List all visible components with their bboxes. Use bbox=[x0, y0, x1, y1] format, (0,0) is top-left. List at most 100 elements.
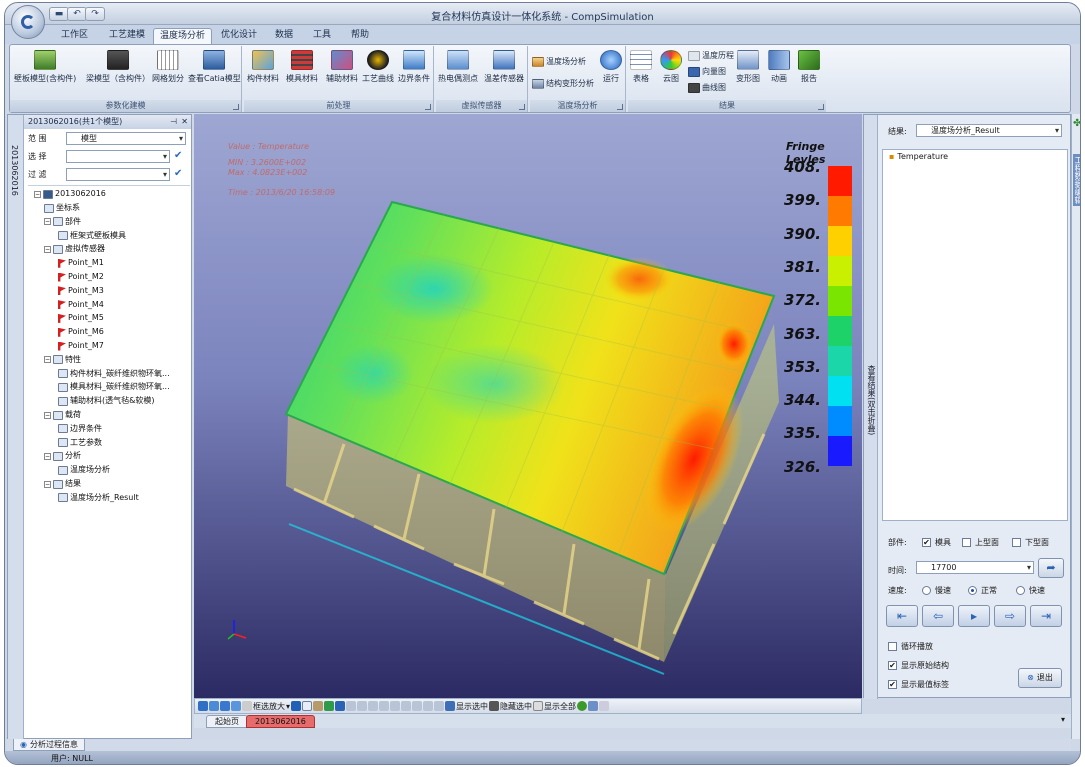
apply-filter-icon[interactable]: ✔ bbox=[174, 168, 182, 179]
beam-model-button[interactable]: 梁模型（含构件） bbox=[86, 50, 150, 84]
report-button[interactable]: 报告 bbox=[798, 50, 820, 84]
show-selected-label[interactable]: 显示选中 bbox=[456, 701, 488, 712]
tree-node-item[interactable]: 工艺参数 bbox=[58, 437, 102, 449]
prev-frame-button[interactable]: ⇦ bbox=[922, 605, 954, 627]
tab-data[interactable]: 数据 bbox=[269, 28, 299, 44]
3d-viewport[interactable]: Value : Temperature MIN : 3.2600E+002 Ma… bbox=[194, 114, 862, 698]
temp-analysis-button[interactable]: 温度场分析 bbox=[532, 56, 586, 67]
first-frame-button[interactable]: ⇤ bbox=[886, 605, 918, 627]
exit-button[interactable]: ⊗ 退出 bbox=[1018, 668, 1062, 688]
screenshot-icon[interactable] bbox=[313, 701, 324, 711]
tree-node-item[interactable]: 辅助材料(透气毡&软模) bbox=[58, 395, 154, 407]
tree-node-group[interactable]: − 部件 bbox=[44, 216, 81, 228]
last-frame-button[interactable]: ⇥ bbox=[1030, 605, 1062, 627]
frame-icon[interactable] bbox=[302, 701, 313, 711]
collapse-icon[interactable]: − bbox=[44, 245, 51, 253]
structural-deform-button[interactable]: 结构变形分析 bbox=[532, 78, 594, 89]
tree-node-item[interactable]: 框架式壁板模具 bbox=[58, 230, 126, 242]
result-select[interactable]: 温度场分析_Result bbox=[916, 124, 1062, 137]
dialog-launcher-icon[interactable] bbox=[425, 104, 431, 110]
apply-time-button[interactable]: ➦ bbox=[1038, 558, 1064, 578]
panel-model-button[interactable]: 壁板模型(含构件) bbox=[14, 50, 76, 84]
view-top-icon[interactable] bbox=[390, 701, 401, 711]
part-mold-checkbox[interactable]: ✔ 模具 bbox=[922, 537, 951, 548]
dialog-launcher-icon[interactable] bbox=[617, 104, 623, 110]
filter-dropdown[interactable] bbox=[66, 168, 170, 181]
tab-tools[interactable]: 工具 bbox=[307, 28, 337, 44]
tree-node-item[interactable]: 温度场分析_Result bbox=[58, 492, 139, 504]
vector-plot-button[interactable]: 向量图 bbox=[688, 66, 726, 77]
tree-node-item[interactable]: Point_M4 bbox=[58, 299, 104, 311]
show-selected-icon[interactable] bbox=[445, 701, 456, 711]
collapse-icon[interactable]: − bbox=[44, 480, 51, 488]
view-back-icon[interactable] bbox=[357, 701, 368, 711]
zoom-box-icon[interactable] bbox=[242, 701, 252, 711]
table-button[interactable]: 表格 bbox=[630, 50, 652, 84]
tree-node-group[interactable]: − 分析 bbox=[44, 450, 81, 462]
tree-node-item[interactable]: 模具材料_碳纤维织物环氧... bbox=[58, 381, 170, 393]
tab-analysis-log[interactable]: ◉ 分析过程信息 bbox=[13, 739, 85, 751]
refresh-icon[interactable] bbox=[324, 701, 335, 711]
run-button[interactable]: 运行 bbox=[600, 50, 622, 84]
curve-plot-button[interactable]: 曲线图 bbox=[688, 82, 726, 93]
time-select[interactable]: 17700 bbox=[916, 561, 1034, 574]
tree-node-group[interactable]: − 结果 bbox=[44, 478, 81, 490]
animation-button[interactable]: 动画 bbox=[768, 50, 790, 84]
scope-select[interactable]: 模型 bbox=[66, 132, 186, 145]
tree-node-group[interactable]: − 载荷 bbox=[44, 409, 81, 421]
close-icon[interactable]: ✕ bbox=[181, 115, 188, 129]
collapse-icon[interactable]: − bbox=[34, 190, 41, 198]
play-button[interactable]: ▸ bbox=[958, 605, 990, 627]
process-curve-button[interactable]: 工艺曲线 bbox=[362, 50, 394, 84]
part-material-button[interactable]: 构件材料 bbox=[247, 50, 279, 84]
app-menu-button[interactable] bbox=[11, 5, 45, 39]
rotate-icon[interactable] bbox=[198, 701, 208, 711]
collapse-icon[interactable]: − bbox=[44, 411, 51, 419]
tab-help[interactable]: 帮助 bbox=[345, 28, 375, 44]
select-dropdown[interactable] bbox=[66, 150, 170, 163]
temp-history-button[interactable]: 温度历程 bbox=[688, 50, 734, 61]
loop-checkbox[interactable]: 循环播放 bbox=[888, 641, 933, 652]
tree-node-group[interactable]: − 虚拟传感器 bbox=[44, 243, 105, 255]
tab-model-2013062016[interactable]: 2013062016 bbox=[246, 715, 315, 728]
collapse-icon[interactable]: − bbox=[44, 452, 51, 460]
view-right-icon[interactable] bbox=[379, 701, 390, 711]
settings-icon[interactable] bbox=[335, 701, 346, 711]
speed-slow-radio[interactable]: 慢速 bbox=[922, 585, 951, 596]
thermocouple-button[interactable]: 热电偶测点 bbox=[438, 50, 478, 84]
tab-list-chevron-icon[interactable]: ▾ bbox=[1061, 715, 1065, 724]
list-icon[interactable] bbox=[599, 701, 610, 711]
boundary-condition-button[interactable]: 边界条件 bbox=[398, 50, 430, 84]
speed-normal-radio[interactable]: 正常 bbox=[968, 585, 997, 596]
tree-node-item[interactable]: Point_M2 bbox=[58, 271, 104, 283]
tree-node-item[interactable]: 温度场分析 bbox=[58, 464, 110, 476]
tree-node-group[interactable]: 坐标系 bbox=[44, 202, 80, 214]
leaf-icon[interactable] bbox=[577, 701, 588, 711]
zoom-icon[interactable] bbox=[231, 701, 241, 711]
results-vertical-tab[interactable]: 查看结果(双击折叠) bbox=[864, 115, 878, 699]
tab-start-page[interactable]: 起始页 bbox=[206, 715, 248, 728]
fit-icon[interactable] bbox=[291, 701, 302, 711]
aux-material-button[interactable]: 辅助材料 bbox=[326, 50, 358, 84]
view-bottom-icon[interactable] bbox=[401, 701, 412, 711]
list-item[interactable]: ▪ Temperature bbox=[889, 152, 948, 161]
part-lower-checkbox[interactable]: 下型面 bbox=[1012, 537, 1049, 548]
hide-selected-label[interactable]: 隐藏选中 bbox=[500, 701, 532, 712]
view-left-icon[interactable] bbox=[368, 701, 379, 711]
tab-workspace[interactable]: 工作区 bbox=[55, 28, 94, 44]
tree-node-item[interactable]: 边界条件 bbox=[58, 423, 102, 435]
contour-button[interactable]: 云图 bbox=[660, 50, 682, 84]
dialog-launcher-icon[interactable] bbox=[233, 104, 239, 110]
tree-node-root[interactable]: − 2013062016 bbox=[34, 188, 106, 200]
show-original-checkbox[interactable]: ✔ 显示原始结构 bbox=[888, 660, 949, 671]
temperature-model-render[interactable] bbox=[194, 114, 862, 698]
chevron-down-icon[interactable]: ▾ bbox=[286, 702, 290, 711]
pan-icon[interactable] bbox=[209, 701, 219, 711]
speed-fast-radio[interactable]: 快速 bbox=[1016, 585, 1045, 596]
apply-select-icon[interactable]: ✔ bbox=[174, 150, 182, 161]
tree-node-item[interactable]: Point_M1 bbox=[58, 257, 104, 269]
pin-icon[interactable]: ⊣ bbox=[170, 115, 177, 129]
mold-material-button[interactable]: 模具材料 bbox=[286, 50, 318, 84]
tree-node-item[interactable]: Point_M3 bbox=[58, 285, 104, 297]
tree-node-item[interactable]: Point_M7 bbox=[58, 340, 104, 352]
